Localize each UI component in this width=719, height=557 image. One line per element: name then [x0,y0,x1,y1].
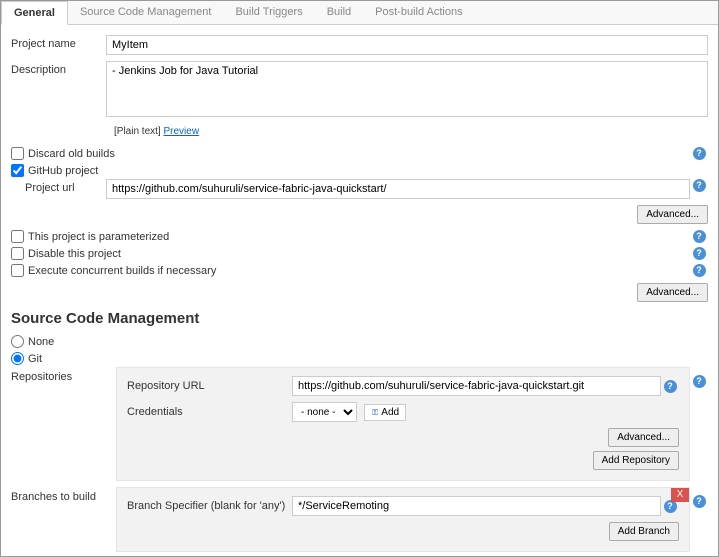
scm-none-radio[interactable] [11,335,24,348]
branch-specifier-label: Branch Specifier (blank for 'any') [127,500,292,512]
description-textarea[interactable]: - Jenkins Job for Java Tutorial [106,61,708,117]
credentials-label: Credentials [127,406,292,418]
tab-scm[interactable]: Source Code Management [68,1,223,24]
tab-build[interactable]: Build [315,1,363,24]
help-icon[interactable]: ? [693,147,706,160]
advanced-button[interactable]: Advanced... [608,428,679,447]
config-tabs: General Source Code Management Build Tri… [1,1,718,25]
add-branch-button[interactable]: Add Branch [609,522,679,541]
concurrent-builds-label: Execute concurrent builds if necessary [28,265,690,277]
tab-general[interactable]: General [1,1,68,25]
key-icon: ⚿ [371,408,379,416]
advanced-button[interactable]: Advanced... [637,205,708,224]
project-name-label: Project name [11,35,106,50]
disable-project-checkbox[interactable] [11,247,24,260]
project-name-input[interactable] [106,35,708,55]
help-icon[interactable]: ? [693,230,706,243]
tab-build-triggers[interactable]: Build Triggers [223,1,314,24]
help-icon[interactable]: ? [664,380,677,393]
credentials-add-button[interactable]: ⚿ Add [364,404,406,421]
parameterized-checkbox[interactable] [11,230,24,243]
plaintext-label: [Plain text] [114,126,161,137]
scm-git-radio[interactable] [11,352,24,365]
help-icon[interactable]: ? [693,495,706,508]
repo-url-input[interactable] [292,376,661,396]
scm-git-label: Git [28,353,708,365]
help-icon[interactable]: ? [693,375,706,388]
scm-heading: Source Code Management [11,310,708,327]
repository-block: Repository URL ? Credentials - none - ⚿ … [116,367,690,481]
credentials-select[interactable]: - none - [292,402,357,422]
discard-old-builds-checkbox[interactable] [11,147,24,160]
advanced-button[interactable]: Advanced... [637,283,708,302]
help-icon[interactable]: ? [693,264,706,277]
repositories-label: Repositories [11,367,116,481]
discard-old-builds-label: Discard old builds [28,148,690,160]
branch-block: X Branch Specifier (blank for 'any') ? A… [116,487,690,552]
project-url-input[interactable] [106,179,690,199]
branch-specifier-input[interactable] [292,496,661,516]
description-label: Description [11,61,106,76]
repo-url-label: Repository URL [127,380,292,392]
disable-project-label: Disable this project [28,248,690,260]
preview-link[interactable]: Preview [163,126,199,137]
help-icon[interactable]: ? [693,179,706,192]
github-project-checkbox[interactable] [11,164,24,177]
delete-branch-button[interactable]: X [671,488,689,502]
add-repository-button[interactable]: Add Repository [593,451,679,470]
tab-post-build[interactable]: Post-build Actions [363,1,474,24]
branches-label: Branches to build [11,487,116,552]
help-icon[interactable]: ? [693,247,706,260]
concurrent-builds-checkbox[interactable] [11,264,24,277]
scm-none-label: None [28,336,708,348]
project-url-label: Project url [11,179,106,194]
parameterized-label: This project is parameterized [28,231,690,243]
github-project-label: GitHub project [28,165,708,177]
